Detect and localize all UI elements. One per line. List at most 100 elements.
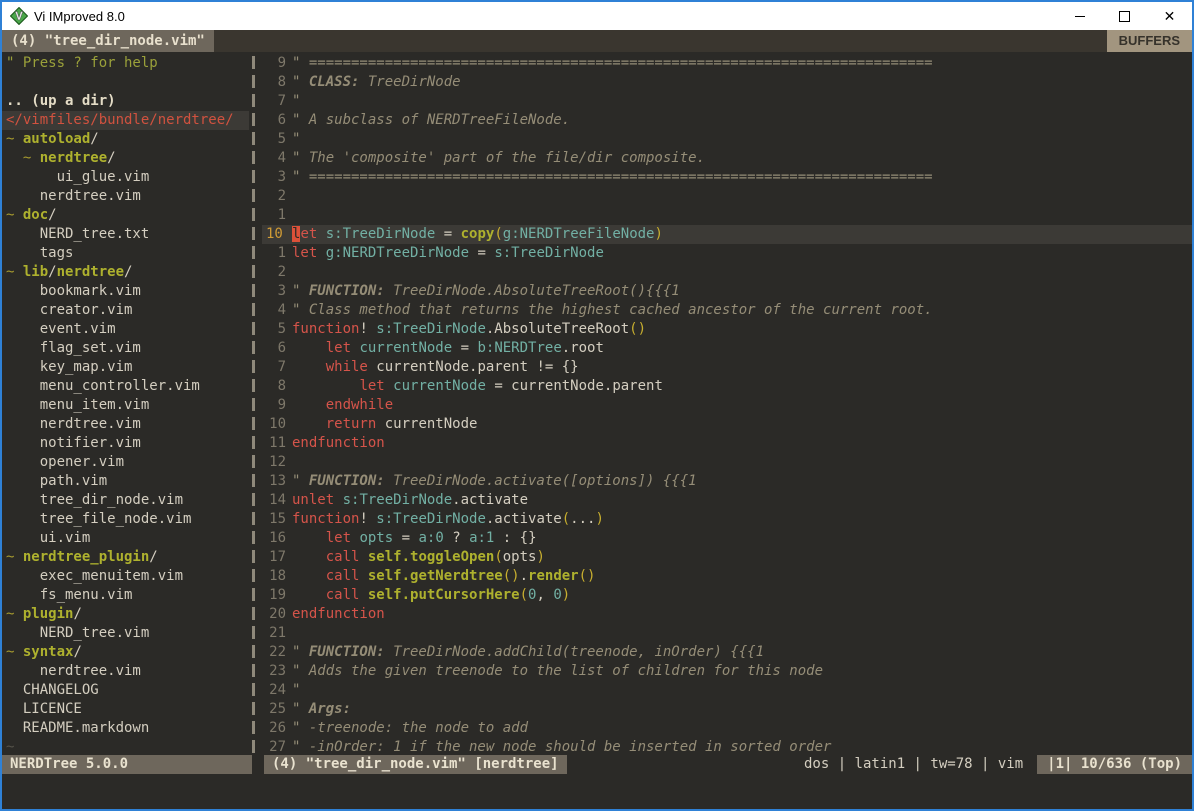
tree-line[interactable]: path.vim bbox=[2, 472, 249, 491]
tree-line[interactable]: " Press ? for help bbox=[2, 54, 249, 73]
tree-line[interactable]: exec_menuitem.vim bbox=[2, 567, 249, 586]
minimize-button[interactable] bbox=[1057, 2, 1102, 30]
code-line[interactable]: 5function! s:TreeDirNode.AbsoluteTreeRoo… bbox=[262, 320, 1192, 339]
code-line[interactable]: 8 let currentNode = currentNode.parent bbox=[262, 377, 1192, 396]
window-separator[interactable] bbox=[249, 52, 262, 755]
tree-line[interactable]: ~ plugin/ bbox=[2, 605, 249, 624]
code-line[interactable]: 7" bbox=[262, 92, 1192, 111]
code-line[interactable]: 27" -inOrder: 1 if the new node should b… bbox=[262, 738, 1192, 755]
line-number: 12 bbox=[262, 453, 292, 472]
line-number: 4 bbox=[262, 301, 292, 320]
code-line[interactable]: 25" Args: bbox=[262, 700, 1192, 719]
tree-line[interactable]: menu_item.vim bbox=[2, 396, 249, 415]
line-number: 7 bbox=[262, 358, 292, 377]
window-controls: ✕ bbox=[1057, 2, 1192, 30]
tree-line[interactable]: LICENCE bbox=[2, 700, 249, 719]
code-line[interactable]: 5" bbox=[262, 130, 1192, 149]
tree-line[interactable]: NERD_tree.txt bbox=[2, 225, 249, 244]
code-line[interactable]: 4" The 'composite' part of the file/dir … bbox=[262, 149, 1192, 168]
tree-line[interactable]: creator.vim bbox=[2, 301, 249, 320]
code-line[interactable]: 6" A subclass of NERDTreeFileNode. bbox=[262, 111, 1192, 130]
code-line[interactable]: 21 bbox=[262, 624, 1192, 643]
tree-line[interactable]: opener.vim bbox=[2, 453, 249, 472]
tree-line[interactable]: README.markdown bbox=[2, 719, 249, 738]
line-number: 20 bbox=[262, 605, 292, 624]
tree-line[interactable]: tags bbox=[2, 244, 249, 263]
code-line[interactable]: 11endfunction bbox=[262, 434, 1192, 453]
code-line[interactable]: 20endfunction bbox=[262, 605, 1192, 624]
tree-line[interactable]: nerdtree.vim bbox=[2, 415, 249, 434]
code-line[interactable]: 17 call self.toggleOpen(opts) bbox=[262, 548, 1192, 567]
line-number: 5 bbox=[262, 130, 292, 149]
line-number: 9 bbox=[262, 396, 292, 415]
tree-line[interactable]: ui_glue.vim bbox=[2, 168, 249, 187]
tree-line[interactable]: flag_set.vim bbox=[2, 339, 249, 358]
code-line[interactable]: 10let s:TreeDirNode = copy(g:NERDTreeFil… bbox=[262, 225, 1192, 244]
tree-line[interactable]: tree_file_node.vim bbox=[2, 510, 249, 529]
tree-line[interactable]: nerdtree.vim bbox=[2, 187, 249, 206]
code-line[interactable]: 19 call self.putCursorHere(0, 0) bbox=[262, 586, 1192, 605]
code-line[interactable]: 6 let currentNode = b:NERDTree.root bbox=[262, 339, 1192, 358]
line-number: 16 bbox=[262, 529, 292, 548]
code-line[interactable]: 23" Adds the given treenode to the list … bbox=[262, 662, 1192, 681]
code-line[interactable]: 3" =====================================… bbox=[262, 168, 1192, 187]
code-line[interactable]: 14unlet s:TreeDirNode.activate bbox=[262, 491, 1192, 510]
titlebar[interactable]: Vi IMproved 8.0 ✕ bbox=[2, 2, 1192, 30]
code-line[interactable]: 3" FUNCTION: TreeDirNode.AbsoluteTreeRoo… bbox=[262, 282, 1192, 301]
tree-line[interactable]: nerdtree.vim bbox=[2, 662, 249, 681]
tab-current[interactable]: (4) "tree_dir_node.vim" bbox=[2, 30, 214, 52]
window-title: Vi IMproved 8.0 bbox=[34, 9, 125, 24]
code-line[interactable]: 2 bbox=[262, 263, 1192, 282]
tree-line[interactable]: </vimfiles/bundle/nerdtree/ bbox=[2, 111, 249, 130]
code-line[interactable]: 22" FUNCTION: TreeDirNode.addChild(treen… bbox=[262, 643, 1192, 662]
code-line[interactable]: 1let g:NERDTreeDirNode = s:TreeDirNode bbox=[262, 244, 1192, 263]
line-number: 10 bbox=[262, 415, 292, 434]
code-line[interactable]: 24" bbox=[262, 681, 1192, 700]
maximize-button[interactable] bbox=[1102, 2, 1147, 30]
code-line[interactable]: 15function! s:TreeDirNode.activate(...) bbox=[262, 510, 1192, 529]
tree-line[interactable]: ~ autoload/ bbox=[2, 130, 249, 149]
tree-line[interactable]: ~ syntax/ bbox=[2, 643, 249, 662]
code-line[interactable]: 2 bbox=[262, 187, 1192, 206]
tree-line[interactable]: NERD_tree.vim bbox=[2, 624, 249, 643]
nerdtree-panel: " Press ? for help .. (up a dir)</vimfile… bbox=[2, 52, 249, 755]
code-line[interactable]: 13" FUNCTION: TreeDirNode.activate([opti… bbox=[262, 472, 1192, 491]
command-line bbox=[2, 774, 1192, 809]
code-line[interactable]: 12 bbox=[262, 453, 1192, 472]
code-line[interactable]: 7 while currentNode.parent != {} bbox=[262, 358, 1192, 377]
line-number: 24 bbox=[262, 681, 292, 700]
tree-line[interactable]: fs_menu.vim bbox=[2, 586, 249, 605]
tree-line[interactable]: bookmark.vim bbox=[2, 282, 249, 301]
code-line[interactable]: 18 call self.getNerdtree().render() bbox=[262, 567, 1192, 586]
code-line[interactable]: 10 return currentNode bbox=[262, 415, 1192, 434]
code-line[interactable]: 9" =====================================… bbox=[262, 54, 1192, 73]
line-number: 9 bbox=[262, 54, 292, 73]
tree-line[interactable]: ~ lib/nerdtree/ bbox=[2, 263, 249, 282]
tree-line[interactable]: notifier.vim bbox=[2, 434, 249, 453]
line-number: 17 bbox=[262, 548, 292, 567]
code-line[interactable]: 26" -treenode: the node to add bbox=[262, 719, 1192, 738]
line-number: 6 bbox=[262, 111, 292, 130]
code-line[interactable]: 8" CLASS: TreeDirNode bbox=[262, 73, 1192, 92]
tree-line[interactable]: tree_dir_node.vim bbox=[2, 491, 249, 510]
close-button[interactable]: ✕ bbox=[1147, 2, 1192, 30]
tree-line[interactable]: .. (up a dir) bbox=[2, 92, 249, 111]
tree-line[interactable]: event.vim bbox=[2, 320, 249, 339]
tree-line[interactable]: menu_controller.vim bbox=[2, 377, 249, 396]
tree-line[interactable]: ~ nerdtree/ bbox=[2, 149, 249, 168]
code-line[interactable]: 1 bbox=[262, 206, 1192, 225]
tree-line[interactable]: ~ nerdtree_plugin/ bbox=[2, 548, 249, 567]
tree-line[interactable]: key_map.vim bbox=[2, 358, 249, 377]
tree-line[interactable] bbox=[2, 73, 249, 92]
code-line[interactable]: 4" Class method that returns the highest… bbox=[262, 301, 1192, 320]
code-line[interactable]: 16 let opts = a:0 ? a:1 : {} bbox=[262, 529, 1192, 548]
code-line[interactable]: 9 endwhile bbox=[262, 396, 1192, 415]
buffers-label: BUFFERS bbox=[1107, 30, 1192, 52]
line-number: 2 bbox=[262, 187, 292, 206]
close-icon: ✕ bbox=[1164, 9, 1176, 23]
tree-line[interactable]: ui.vim bbox=[2, 529, 249, 548]
tree-line[interactable]: CHANGELOG bbox=[2, 681, 249, 700]
tree-line[interactable]: ~ doc/ bbox=[2, 206, 249, 225]
line-number: 15 bbox=[262, 510, 292, 529]
tree-line[interactable]: ~ bbox=[2, 738, 249, 755]
